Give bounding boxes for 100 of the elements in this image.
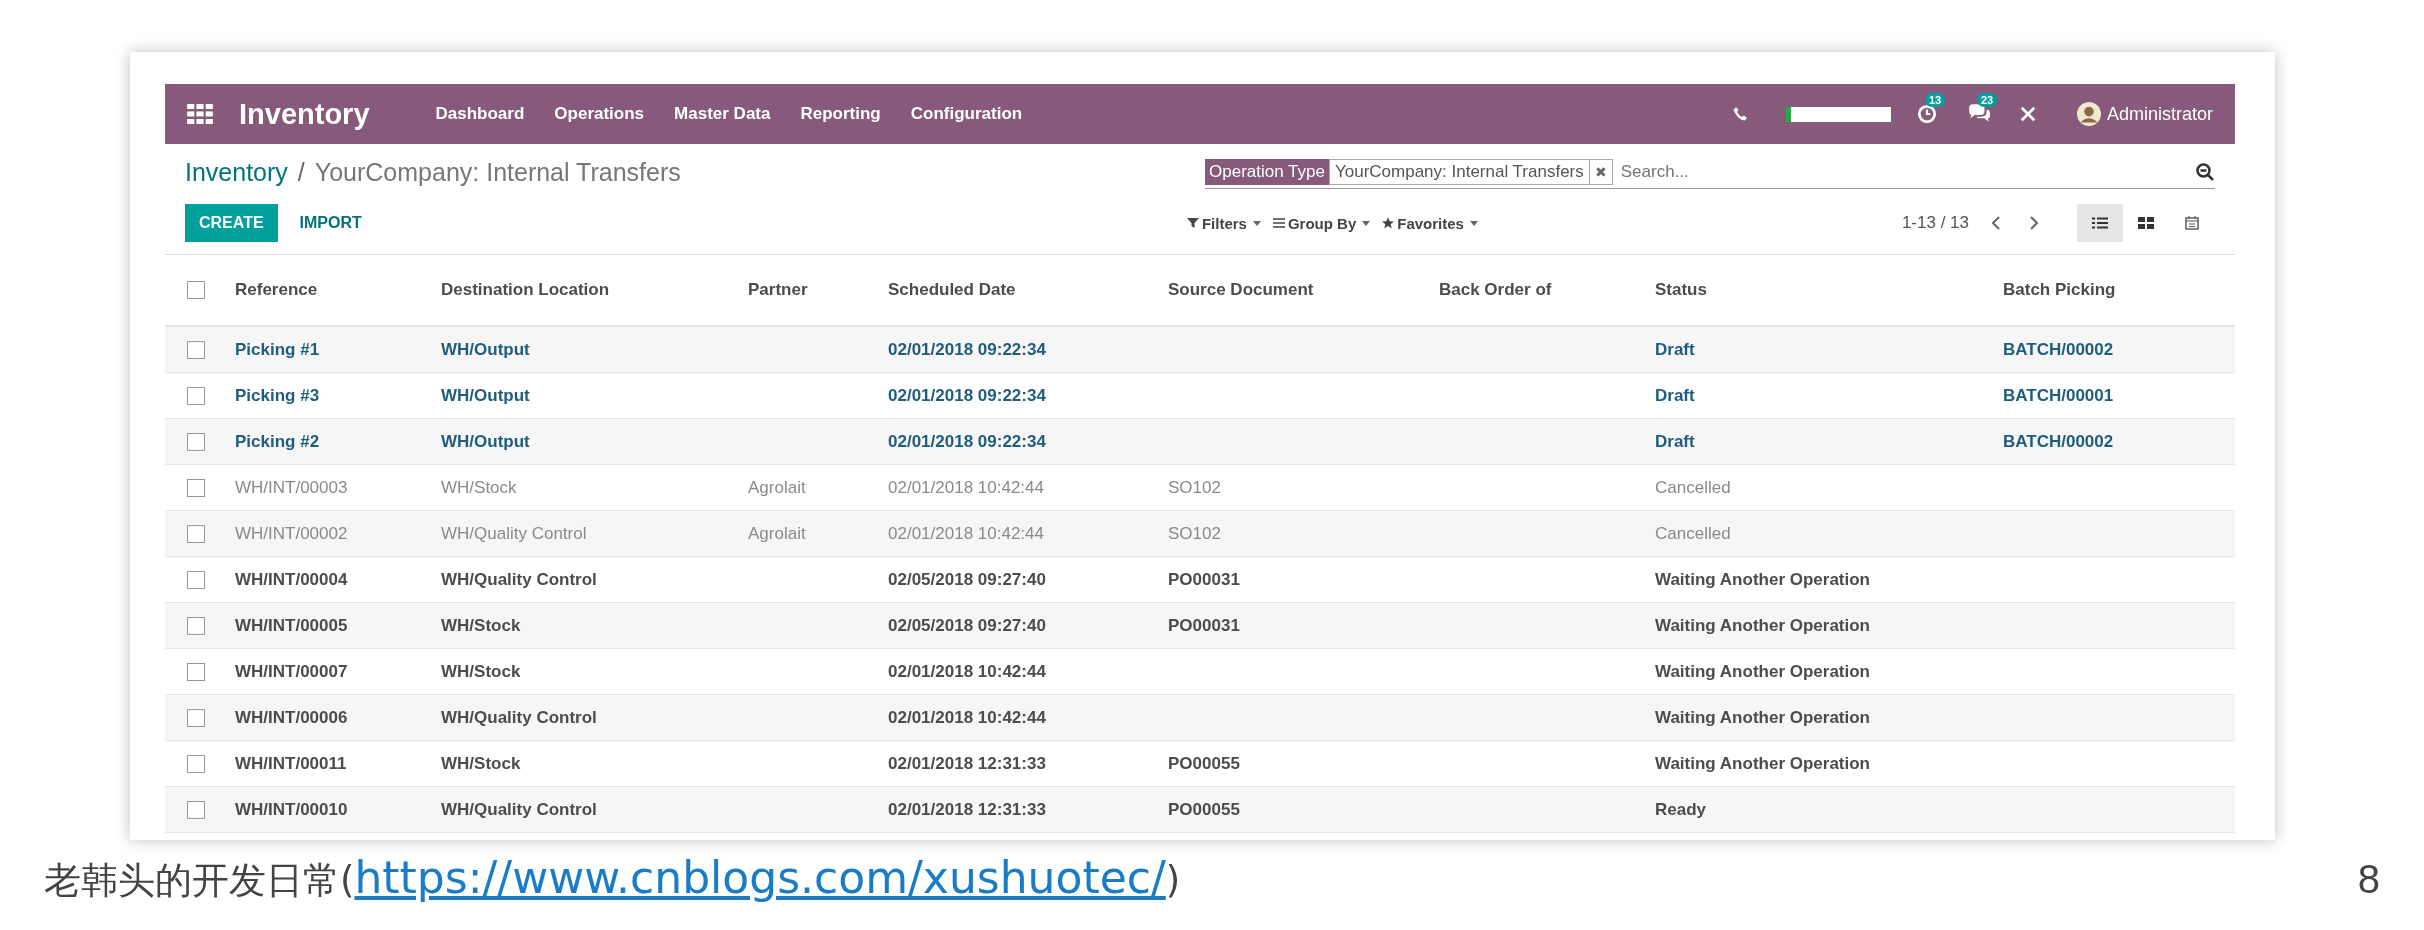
nav-menu-item[interactable]: Operations	[554, 104, 645, 124]
table-cell: BATCH/00002	[2003, 431, 2114, 451]
app-title: Inventory	[239, 97, 370, 131]
column-header[interactable]: Scheduled Date	[888, 280, 1168, 300]
table-cell: WH/Output	[441, 385, 530, 405]
table-cell: Waiting Another Operation	[1655, 615, 1870, 635]
page-number: 8	[2357, 856, 2380, 902]
star-icon	[1382, 217, 1395, 229]
table-cell: Cancelled	[1655, 477, 1731, 497]
row-checkbox[interactable]	[187, 570, 205, 589]
table-cell: BATCH/00002	[2003, 339, 2114, 359]
remove-facet-button[interactable]: ✖	[1589, 158, 1613, 185]
row-checkbox[interactable]	[187, 432, 205, 451]
list-view-button[interactable]	[2077, 204, 2123, 242]
breadcrumb-separator: /	[297, 157, 305, 187]
facet-value: YourCompany: Internal Transfers	[1328, 158, 1590, 185]
slide-caption: 老韩头的开发日常(	[44, 859, 355, 902]
filter-dropdown[interactable]: Filters	[1186, 214, 1261, 232]
table-cell: WH/Stock	[441, 661, 521, 681]
search-field[interactable]: Operation Type YourCompany: Internal Transfers ✖ Search...	[1205, 155, 2215, 189]
column-header[interactable]: Status	[1655, 280, 2003, 300]
table-cell: Agrolait	[748, 477, 806, 497]
column-header[interactable]: Partner	[748, 280, 888, 300]
row-checkbox[interactable]	[187, 340, 205, 359]
user-name[interactable]: Administrator	[2106, 103, 2213, 125]
activity-count-badge: 13	[1924, 93, 1946, 107]
nav-menu-item[interactable]: Dashboard	[435, 104, 525, 124]
table-cell: SO102	[1168, 523, 1221, 543]
table-cell: WH/INT/00011	[235, 753, 347, 773]
table-cell: WH/Stock	[441, 753, 521, 773]
table-cell: WH/INT/00003	[235, 477, 348, 497]
column-header[interactable]: Back Order of	[1439, 280, 1655, 300]
filter-dropdown[interactable]: Group By	[1272, 214, 1371, 232]
row-checkbox[interactable]	[187, 662, 205, 681]
table-cell: Picking #3	[235, 385, 320, 405]
table-cell: WH/INT/00006	[235, 707, 348, 727]
calendar-icon	[2184, 216, 2200, 230]
filter-dropdown[interactable]: Favorites	[1382, 214, 1478, 232]
row-checkbox[interactable]	[187, 616, 205, 635]
row-checkbox[interactable]	[187, 754, 205, 773]
phone-icon[interactable]	[1731, 106, 1748, 122]
row-checkbox[interactable]	[187, 386, 205, 405]
nav-menu-item[interactable]: Master Data	[674, 104, 771, 124]
table-cell: 02/01/2018 12:31:33	[888, 799, 1046, 819]
table-cell: WH/INT/00010	[235, 799, 348, 819]
table-cell: Picking #2	[235, 431, 320, 451]
column-header[interactable]: Reference	[235, 280, 441, 300]
table-cell: Waiting Another Operation	[1655, 569, 1870, 589]
table-row[interactable]: Picking #1 WH/Output 02/01/2018 09:22:34 Draft BATCH/00002	[165, 327, 2235, 373]
column-header[interactable]: Destination Location	[441, 280, 748, 300]
table-cell: PO00031	[1168, 569, 1240, 589]
table-cell: 02/05/2018 09:27:40	[888, 615, 1046, 635]
table-cell: WH/Quality Control	[441, 799, 597, 819]
apps-grid-icon[interactable]	[187, 104, 213, 124]
table-cell: 02/01/2018 10:42:44	[888, 707, 1046, 727]
table-cell: Draft	[1655, 385, 1695, 405]
table-cell: 02/01/2018 09:22:34	[888, 431, 1046, 451]
table-cell: WH/INT/00002	[235, 523, 348, 543]
table-cell: 02/01/2018 10:42:44	[888, 477, 1044, 497]
message-count-badge: 23	[1976, 93, 1998, 107]
select-all-checkbox[interactable]	[187, 281, 205, 299]
user-avatar-icon	[2076, 102, 2101, 126]
previous-page-icon[interactable]	[1991, 215, 2001, 231]
table-cell: Agrolait	[748, 523, 806, 543]
caret-icon	[1469, 220, 1478, 226]
table-cell: 02/01/2018 09:22:34	[888, 339, 1046, 359]
table-cell: Ready	[1655, 799, 1707, 819]
table-cell: PO00055	[1168, 753, 1240, 773]
search-icon[interactable]	[2195, 161, 2215, 182]
facet-label: Operation Type	[1205, 158, 1329, 185]
funnel-icon	[1186, 217, 1199, 229]
table-row[interactable]: WH/INT/00006 WH/Quality Control 02/01/2018 10:42:44 Waiting Another Operation	[165, 695, 2235, 741]
nav-menu-item[interactable]: Reporting	[800, 104, 881, 124]
lines-icon	[1272, 217, 1285, 229]
row-checkbox[interactable]	[187, 524, 205, 543]
breadcrumb-link[interactable]: Inventory	[185, 157, 288, 187]
column-header[interactable]: Batch Picking	[2003, 280, 2203, 300]
table-cell: WH/Quality Control	[441, 569, 597, 589]
row-checkbox[interactable]	[187, 800, 205, 819]
list-icon	[2092, 216, 2108, 230]
table-cell: Waiting Another Operation	[1655, 753, 1870, 773]
next-page-icon[interactable]	[2029, 215, 2039, 231]
blog-link[interactable]: https://www.cnblogs.com/xushuotec/	[354, 852, 1166, 903]
table-cell: PO00031	[1168, 615, 1240, 635]
row-checkbox[interactable]	[187, 708, 205, 727]
nav-menu-item[interactable]: Configuration	[910, 104, 1023, 124]
table-row[interactable]: WH/INT/00005 WH/Stock 02/05/2018 09:27:40 PO00031 Waiting Another Operation	[165, 603, 2235, 649]
table-cell: SO102	[1168, 477, 1221, 497]
table-cell: BATCH/00001	[2003, 385, 2114, 405]
import-button[interactable]: IMPORT	[285, 204, 376, 242]
table-cell: WH/INT/00005	[235, 615, 348, 635]
table-row[interactable]: WH/INT/00010 WH/Quality Control 02/01/2018 12:31:33 PO00055 Ready	[165, 787, 2235, 833]
column-header[interactable]: Source Document	[1168, 280, 1439, 300]
table-cell: WH/INT/00004	[235, 569, 348, 589]
table-cell: 02/01/2018 12:31:33	[888, 753, 1046, 773]
table-cell: WH/Quality Control	[441, 523, 587, 543]
table-cell: Waiting Another Operation	[1655, 661, 1870, 681]
table-row[interactable]: Picking #2 WH/Output 02/01/2018 09:22:34 Draft BATCH/00002	[165, 419, 2235, 465]
row-checkbox[interactable]	[187, 478, 205, 497]
table-cell: WH/Stock	[441, 615, 521, 635]
